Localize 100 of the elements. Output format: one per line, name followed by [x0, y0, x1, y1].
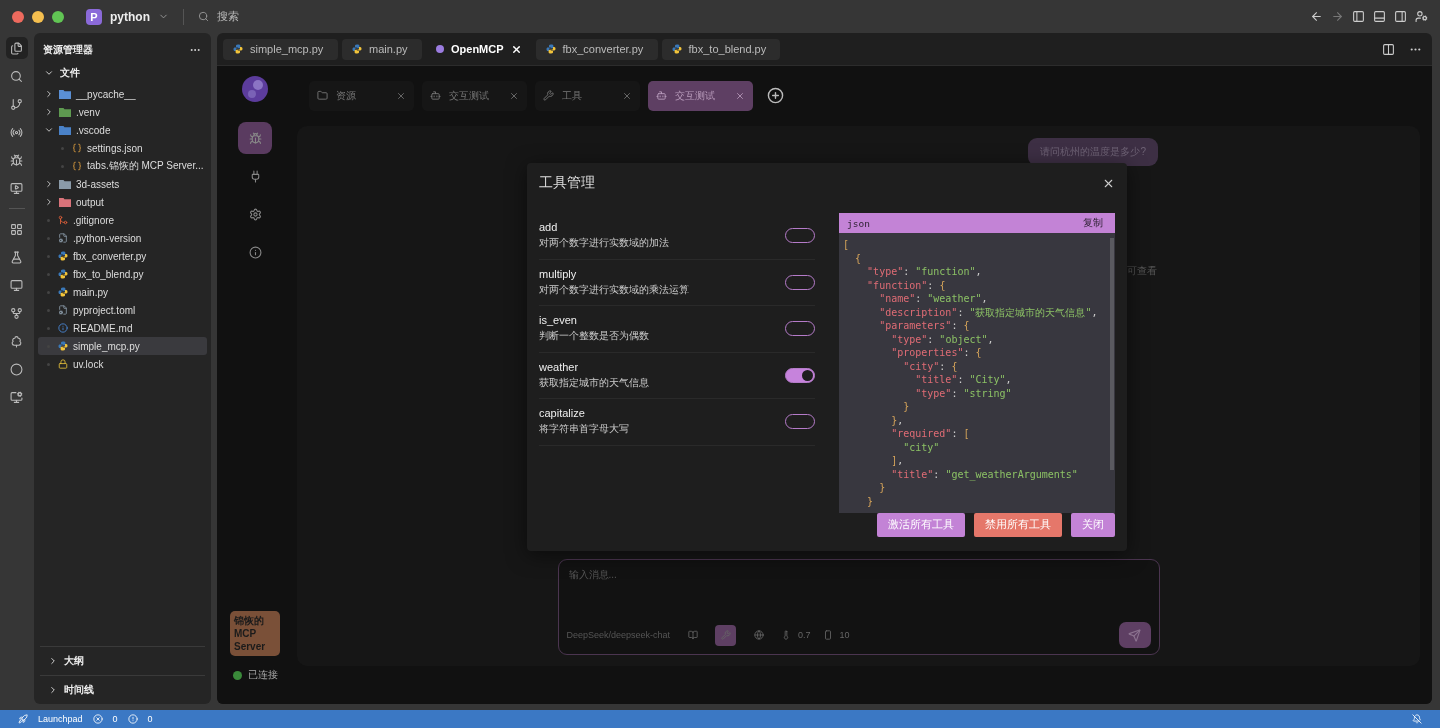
file-tree-item[interactable]: pyproject.toml	[38, 301, 207, 319]
toggle-switch[interactable]	[785, 367, 815, 383]
code-language: json	[847, 217, 870, 229]
project-name[interactable]: python	[110, 9, 150, 24]
file-tree-item[interactable]: output	[38, 193, 207, 211]
tool-name: is_even	[539, 314, 578, 327]
avatar-icon	[242, 76, 268, 102]
panel-header[interactable]: 时间线	[40, 675, 205, 704]
account-icon[interactable]	[1415, 10, 1428, 23]
python-icon	[671, 44, 682, 54]
code-line: "type": "function",	[866, 265, 983, 279]
folder-icon	[59, 107, 71, 117]
warning-count[interactable]: 0	[147, 714, 153, 724]
tool-name: weather	[539, 360, 580, 373]
code-line: "city"	[902, 440, 941, 454]
orb-icon	[436, 45, 444, 53]
panel-right-icon[interactable]	[1394, 10, 1407, 23]
editor-tab[interactable]: fbx_converter.py	[535, 38, 658, 60]
rocket-icon	[18, 714, 28, 724]
back-icon[interactable]	[1310, 10, 1323, 23]
file-tree-item[interactable]: 3d-assets	[38, 175, 207, 193]
code-line: }	[866, 494, 875, 508]
config-file-icon	[58, 233, 68, 243]
panel-tab[interactable]: 工具	[535, 80, 640, 111]
panel-bottom-icon[interactable]	[1373, 10, 1386, 23]
sidebar-title: 资源管理器	[43, 43, 93, 57]
search-icon	[198, 11, 209, 22]
tool-description: 判断一个整数是否为偶数	[539, 329, 649, 344]
error-icon	[92, 714, 103, 724]
python-icon	[352, 44, 362, 54]
python-icon	[58, 251, 68, 261]
file-tree-item[interactable]: .python-version	[38, 229, 207, 247]
close-window-button[interactable]	[12, 10, 24, 23]
code-line: }	[902, 400, 911, 414]
code-line: }	[878, 481, 887, 495]
bell-off-icon[interactable]	[1412, 714, 1422, 724]
python-icon	[545, 44, 556, 54]
panel-tab[interactable]: 交互测试	[648, 80, 753, 111]
file-tree-item[interactable]: simple_mcp.py	[38, 337, 207, 355]
file-tree-item[interactable]: uv.lock	[38, 355, 207, 373]
bot-icon	[656, 90, 667, 101]
minimize-window-button[interactable]	[32, 10, 44, 23]
bar-icon	[822, 630, 833, 640]
code-line: "city": {	[902, 359, 959, 373]
tool-name: multiply	[539, 267, 578, 280]
search-field[interactable]: 搜索	[217, 9, 239, 24]
file-tree-item[interactable]: README.md	[38, 319, 207, 337]
wrench-icon[interactable]	[715, 624, 737, 646]
code-line: "title": "get_weatherArguments"	[890, 467, 1079, 481]
code-line: "type": "string"	[914, 386, 1013, 400]
bug-icon[interactable]	[238, 122, 272, 154]
add-tab-icon[interactable]	[767, 87, 784, 104]
code-line: "description": "获取指定城市的天气信息",	[878, 305, 1099, 319]
file-tree-item[interactable]: .venv	[38, 103, 207, 121]
dialog-title: 工具管理	[539, 174, 595, 192]
close-icon[interactable]	[510, 43, 522, 55]
warning-icon	[127, 714, 138, 724]
file-tree-item[interactable]: fbx_to_blend.py	[38, 265, 207, 283]
file-tree-item[interactable]: tabs.锦恢的 MCP Server...	[38, 157, 207, 175]
copy-button[interactable]: 复制	[1083, 216, 1103, 230]
editor-tab[interactable]: simple_mcp.py	[223, 38, 338, 60]
lock-icon	[58, 359, 68, 369]
file-tree-item[interactable]: settings.json	[38, 139, 207, 157]
file-tree-item[interactable]: fbx_converter.py	[38, 247, 207, 265]
error-count[interactable]: 0	[112, 714, 118, 724]
launchpad-item[interactable]: Launchpad	[38, 714, 83, 724]
split-editor-icon[interactable]	[1382, 42, 1395, 56]
code-line: "required": [	[890, 427, 971, 441]
code-line: ],	[890, 454, 905, 468]
panel-tab[interactable]: 交互测试	[422, 80, 527, 111]
file-tree-item[interactable]: .vscode	[38, 121, 207, 139]
panel-left-icon[interactable]	[1352, 10, 1365, 23]
panel-header[interactable]: 大纲	[40, 646, 205, 675]
python-icon	[58, 269, 68, 279]
chevron-down-icon	[44, 68, 54, 78]
files-icon[interactable]	[5, 37, 28, 59]
python-icon	[58, 341, 68, 351]
file-tree-item[interactable]: __pycache__	[38, 85, 207, 103]
forward-icon[interactable]	[1331, 10, 1344, 23]
section-header[interactable]: 文件	[34, 63, 211, 83]
file-tree-item[interactable]: main.py	[38, 283, 207, 301]
editor-tab[interactable]: OpenMCP	[426, 38, 532, 60]
panel-tab[interactable]: 资源	[309, 80, 414, 111]
project-badge: P	[86, 8, 102, 25]
tool-name: capitalize	[539, 407, 586, 420]
wrench-icon	[543, 90, 554, 101]
tool-description: 对两个数字进行实数域的加法	[539, 236, 669, 251]
connection-status: 已连接	[247, 668, 278, 682]
code-line: [	[843, 238, 851, 252]
bot-icon	[430, 90, 441, 101]
zoom-window-button[interactable]	[52, 10, 64, 23]
send-icon	[1128, 628, 1141, 642]
editor-tab[interactable]: fbx_to_blend.py	[661, 38, 780, 60]
config-file-icon	[58, 305, 68, 315]
editor-tab[interactable]: main.py	[342, 38, 422, 60]
code-line: "title": "City",	[914, 373, 1013, 387]
send-button[interactable]	[1118, 622, 1151, 648]
python-icon	[58, 287, 68, 297]
file-tree-item[interactable]: .gitignore	[38, 211, 207, 229]
code-line: },	[890, 413, 905, 427]
